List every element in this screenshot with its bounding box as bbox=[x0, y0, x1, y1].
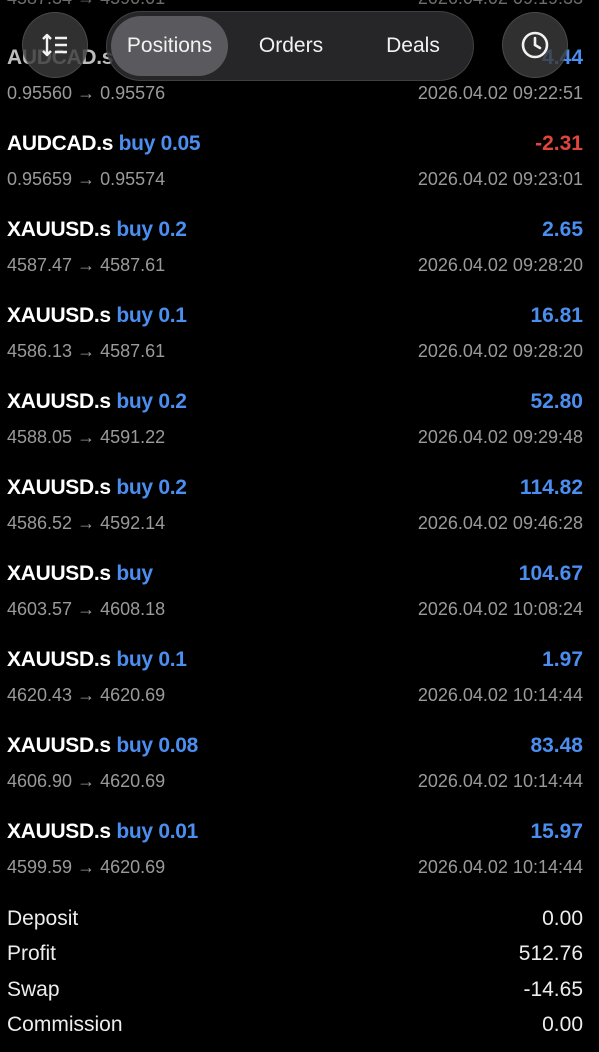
trade-symbol: AUDCAD.s buy 0.05 bbox=[7, 132, 201, 155]
partial-row-time: 2026.04.02 09:19:33 bbox=[418, 0, 583, 9]
trade-time: 2026.04.02 10:08:24 bbox=[417, 599, 583, 619]
summary-commission: Commission 0.00 bbox=[0, 1013, 599, 1043]
trade-prices: 4599.59 → 4620.69 bbox=[7, 857, 166, 877]
trade-profit: 83.48 bbox=[530, 734, 583, 757]
deposit-label: Deposit bbox=[7, 907, 79, 930]
trade-prices: 0.95659 → 0.95574 bbox=[7, 169, 166, 189]
swap-value: -14.65 bbox=[523, 978, 583, 1001]
trade-profit: 114.82 bbox=[519, 476, 583, 499]
trade-row[interactable]: XAUUSD.s buy 0.08 83.48 4606.90 → 4620.6… bbox=[0, 734, 599, 820]
trade-symbol: XAUUSD.s buy 0.1 bbox=[7, 304, 187, 327]
deposit-value: 0.00 bbox=[542, 907, 583, 930]
commission-value: 0.00 bbox=[542, 1013, 583, 1036]
trade-row[interactable]: AUDCAD.s buy 0.05 -2.31 0.95659 → 0.9557… bbox=[0, 132, 599, 218]
trade-side: buy bbox=[116, 562, 153, 585]
trade-side: buy 0.2 bbox=[116, 476, 187, 499]
trade-prices: 4588.05 → 4591.22 bbox=[7, 427, 166, 447]
trade-time: 2026.04.02 09:29:48 bbox=[417, 427, 583, 447]
trade-side: buy 0.2 bbox=[116, 390, 187, 413]
trade-symbol: XAUUSD.s buy 0.2 bbox=[7, 476, 187, 499]
trade-row[interactable]: XAUUSD.s buy 0.1 1.97 4620.43 → 4620.69 … bbox=[0, 648, 599, 734]
trade-row[interactable]: XAUUSD.s buy 0.2 114.82 4586.52 → 4592.1… bbox=[0, 476, 599, 562]
swap-label: Swap bbox=[7, 978, 60, 1001]
trade-prices: 4606.90 → 4620.69 bbox=[7, 771, 166, 791]
commission-label: Commission bbox=[7, 1013, 123, 1036]
trade-side: buy 0.01 bbox=[116, 820, 198, 843]
trade-symbol: XAUUSD.s buy bbox=[7, 562, 153, 585]
trade-profit: 16.81 bbox=[530, 304, 583, 327]
summary-swap: Swap -14.65 bbox=[0, 978, 599, 1008]
trade-side: buy 0.2 bbox=[116, 218, 187, 241]
trade-side: buy 0.08 bbox=[116, 734, 198, 757]
trade-profit: 52.80 bbox=[530, 390, 583, 413]
trade-side: buy 0.05 bbox=[118, 132, 201, 155]
trade-prices: 4586.52 → 4592.14 bbox=[7, 513, 166, 533]
trade-profit: 2.65 bbox=[542, 218, 583, 241]
trade-symbol: XAUUSD.s buy 0.08 bbox=[7, 734, 198, 757]
trade-symbol: XAUUSD.s buy 0.1 bbox=[7, 648, 187, 671]
trade-time: 2026.04.02 09:28:20 bbox=[417, 255, 583, 275]
trade-prices: 4586.13 → 4587.61 bbox=[7, 341, 166, 361]
trade-time: 2026.04.02 09:22:51 bbox=[417, 83, 583, 103]
trade-prices: 4620.43 → 4620.69 bbox=[7, 685, 166, 705]
trade-prices: 0.95560 → 0.95576 bbox=[7, 83, 166, 103]
trade-profit: -2.31 bbox=[535, 132, 583, 155]
trade-time: 2026.04.02 09:28:20 bbox=[417, 341, 583, 361]
trade-symbol: XAUUSD.s buy 0.01 bbox=[7, 820, 198, 843]
profit-label: Profit bbox=[7, 942, 57, 965]
trade-time: 2026.04.02 10:14:44 bbox=[417, 857, 583, 877]
trade-time: 2026.04.02 09:23:01 bbox=[417, 169, 583, 189]
trade-profit: 104.67 bbox=[518, 562, 583, 585]
summary-profit: Profit 512.76 bbox=[0, 942, 599, 972]
trade-prices: 4603.57 → 4608.18 bbox=[7, 599, 166, 619]
trade-row[interactable]: XAUUSD.s buy 104.67 4603.57 → 4608.18 20… bbox=[0, 562, 599, 648]
trade-time: 2026.04.02 09:46:28 bbox=[417, 513, 583, 533]
summary-deposit: Deposit 0.00 bbox=[0, 907, 599, 937]
trade-time: 2026.04.02 10:14:44 bbox=[417, 685, 583, 705]
trade-side: buy 0.1 bbox=[116, 648, 187, 671]
trade-symbol: XAUUSD.s buy 0.2 bbox=[7, 390, 187, 413]
trade-symbol: XAUUSD.s buy 0.2 bbox=[7, 218, 187, 241]
partial-trade-row: 4587.34 → 4590.01 2026.04.02 09:19:33 bbox=[0, 0, 599, 10]
trade-profit: 1.97 bbox=[542, 648, 583, 671]
trade-row[interactable]: 0.95560 → 0.95576 2026.04.02 09:22:51 bbox=[0, 46, 599, 132]
trade-profit: 15.97 bbox=[530, 820, 583, 843]
trade-row[interactable]: XAUUSD.s buy 0.1 16.81 4586.13 → 4587.61… bbox=[0, 304, 599, 390]
trade-side: buy 0.1 bbox=[116, 304, 187, 327]
trade-row[interactable]: XAUUSD.s buy 0.2 2.65 4587.47 → 4587.61 … bbox=[0, 218, 599, 304]
trade-row[interactable]: XAUUSD.s buy 0.01 15.97 4599.59 → 4620.6… bbox=[0, 820, 599, 906]
trade-time: 2026.04.02 10:14:44 bbox=[417, 771, 583, 791]
trade-prices: 4587.47 → 4587.61 bbox=[7, 255, 166, 275]
trade-row[interactable]: XAUUSD.s buy 0.2 52.80 4588.05 → 4591.22… bbox=[0, 390, 599, 476]
profit-value: 512.76 bbox=[518, 942, 583, 965]
partial-row-prices: 4587.34 → 4590.01 bbox=[7, 0, 165, 9]
